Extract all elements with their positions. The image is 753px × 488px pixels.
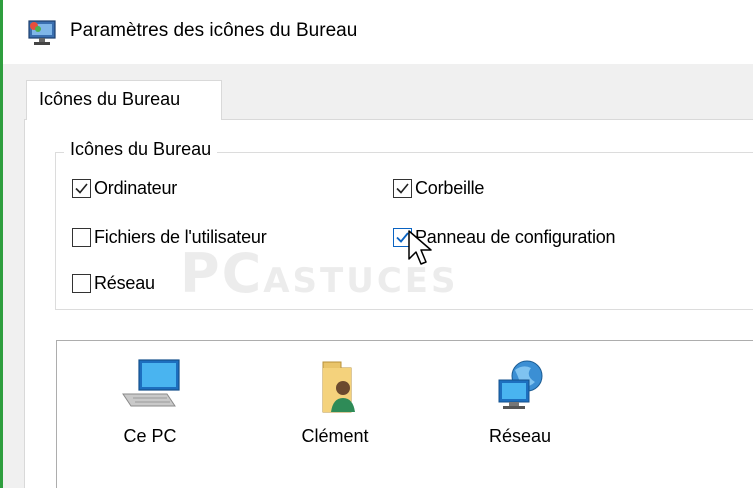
user-folder-icon: [322, 361, 355, 413]
checkbox-box[interactable]: [72, 228, 91, 247]
checkbox-box[interactable]: [393, 179, 412, 198]
groupbox-legend: Icônes du Bureau: [64, 139, 218, 160]
title-bar[interactable]: Paramètres des icônes du Bureau: [3, 0, 753, 64]
preview-icon-reseau[interactable]: Réseau: [465, 356, 575, 447]
window-title: Paramètres des icônes du Bureau: [70, 20, 358, 41]
checkbox-ordinateur[interactable]: Ordinateur: [72, 178, 177, 199]
checkbox-label: Ordinateur: [94, 178, 178, 198]
network-icon: [498, 360, 543, 409]
checkbox-reseau[interactable]: Réseau: [72, 273, 155, 294]
checkbox-label: Corbeille: [415, 178, 485, 198]
checkbox-box[interactable]: [72, 274, 91, 293]
display-settings-icon: [28, 20, 56, 45]
checkbox-box[interactable]: [72, 179, 91, 198]
preview-icon-label: Réseau: [488, 426, 552, 446]
tab-label: Icônes du Bureau: [39, 89, 181, 109]
computer-icon: [122, 359, 180, 407]
tab-desktop-icons[interactable]: Icônes du Bureau: [26, 80, 222, 120]
preview-icon-user[interactable]: Clément: [280, 356, 390, 447]
mouse-cursor-icon: [408, 230, 432, 265]
checkmark-icon: [396, 183, 409, 194]
preview-icon-label: Ce PC: [123, 426, 177, 446]
checkbox-corbeille[interactable]: Corbeille: [393, 178, 484, 199]
preview-icon-label: Clément: [301, 426, 369, 446]
checkbox-label: Réseau: [94, 273, 155, 293]
checkmark-icon: [75, 183, 88, 194]
preview-icon-ce-pc[interactable]: Ce PC: [95, 356, 205, 447]
